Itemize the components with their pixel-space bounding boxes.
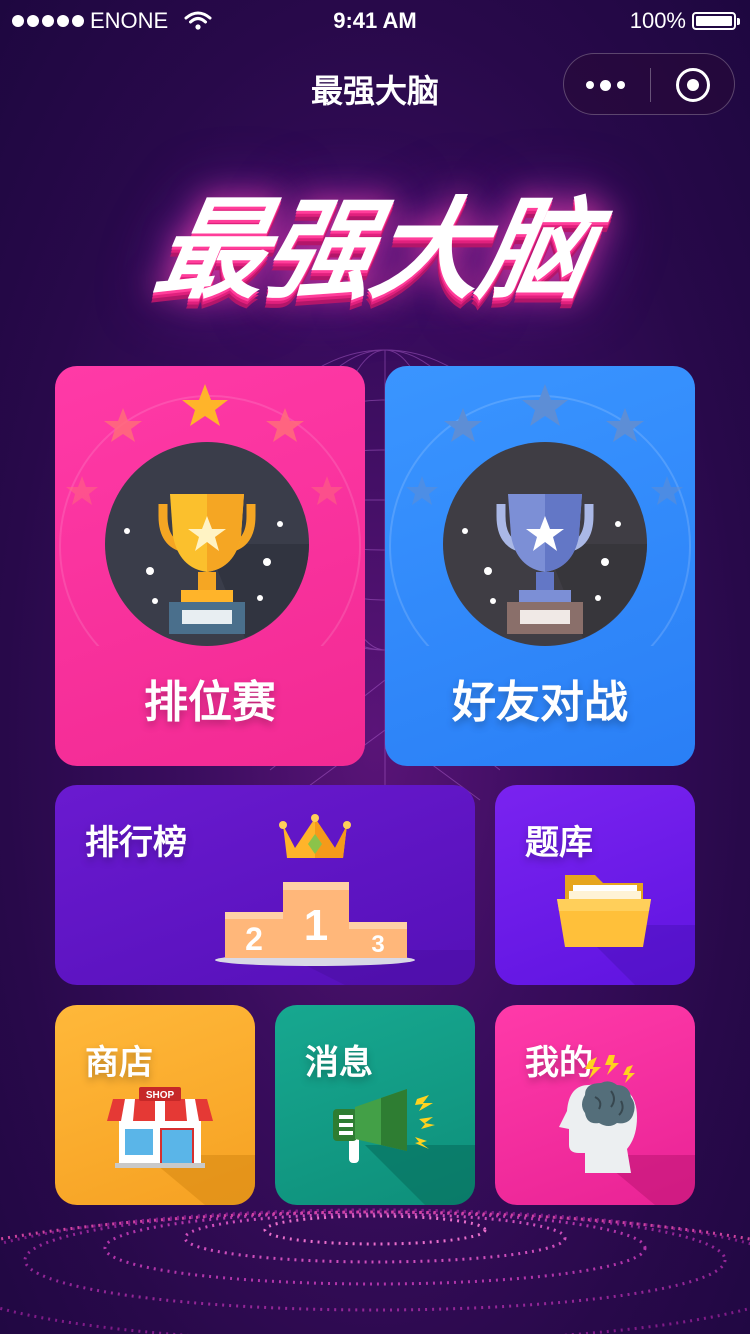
- capsule-divider: [650, 68, 651, 102]
- podium-second-place: 2: [245, 921, 263, 957]
- shop-sign-text: SHOP: [146, 1090, 175, 1101]
- podium-icon: 1 2 3: [215, 814, 475, 985]
- friend-battle-card[interactable]: 好友对战: [385, 366, 695, 766]
- ranked-match-card[interactable]: 排位赛: [55, 366, 365, 766]
- podium-first-place: 1: [304, 901, 328, 950]
- status-bar: ENONE 9:41 AM 100%: [0, 0, 750, 40]
- status-battery-group: 100%: [629, 8, 740, 34]
- battery-percent: 100%: [629, 8, 686, 33]
- folder-icon: [557, 875, 695, 985]
- friend-battle-label: 好友对战: [452, 678, 628, 727]
- close-target-icon[interactable]: [676, 68, 710, 102]
- messages-label: 消息: [305, 1044, 373, 1082]
- more-options-icon[interactable]: [586, 74, 636, 96]
- mini-program-capsule: [563, 53, 735, 115]
- megaphone-icon: [333, 1089, 475, 1205]
- gold-trophy-icon: [59, 384, 361, 646]
- shop-icon: SHOP: [107, 1087, 255, 1205]
- shop-card[interactable]: 商店 SHOP: [55, 1005, 255, 1205]
- my-profile-card[interactable]: 我的: [495, 1005, 695, 1205]
- question-bank-label: 题库: [525, 824, 593, 862]
- brain-head-icon: [559, 1055, 695, 1205]
- messages-card[interactable]: 消息: [275, 1005, 475, 1205]
- question-bank-card[interactable]: 题库: [495, 785, 695, 985]
- ranked-match-label: 排位赛: [144, 678, 276, 727]
- shop-label: 商店: [85, 1044, 153, 1082]
- silver-trophy-icon: [389, 384, 691, 646]
- podium-third-place: 3: [371, 931, 384, 958]
- leaderboard-card[interactable]: 排行榜 1 2 3: [55, 785, 475, 985]
- battery-icon: [692, 12, 740, 30]
- game-logo: 最强大脑: [0, 150, 750, 314]
- logo-text: 最强大脑: [145, 186, 601, 314]
- leaderboard-label: 排行榜: [85, 824, 187, 862]
- crown-icon: [279, 814, 351, 858]
